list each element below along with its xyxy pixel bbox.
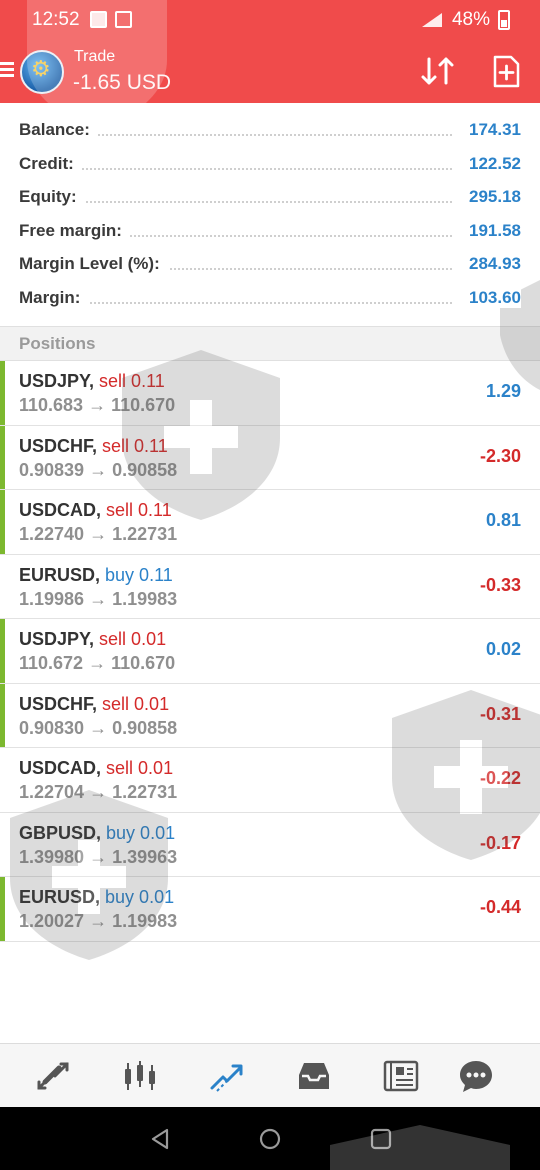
position-side: sell 0.01 xyxy=(99,629,167,649)
tab-history[interactable] xyxy=(296,1058,332,1094)
account-row-label: Balance: xyxy=(19,120,98,140)
menu-icon[interactable] xyxy=(0,62,14,78)
position-side: sell 0.11 xyxy=(106,500,172,520)
chart-icon xyxy=(125,1061,155,1090)
quotes-icon xyxy=(37,1062,69,1090)
position-prices: 1.39980 → 1.39963 xyxy=(19,846,178,867)
account-row: Free margin: 191.58 xyxy=(0,213,540,247)
position-row[interactable]: USDCAD, sell 0.11 1.22740 → 1.22731 0.81 xyxy=(0,490,540,555)
position-side: buy 0.01 xyxy=(106,822,176,843)
account-logo-icon[interactable] xyxy=(20,50,64,94)
position-profit: -0.44 xyxy=(479,897,521,917)
position-row[interactable]: GBPUSD, buy 0.01 1.39980 → 1.39963 -0.17 xyxy=(0,813,540,877)
position-side: sell 0.11 xyxy=(102,435,168,456)
position-profit: -0.17 xyxy=(479,832,521,853)
battery-icon xyxy=(498,10,510,30)
dotted-leader xyxy=(19,167,452,170)
position-side: buy 0.11 xyxy=(105,564,173,585)
tab-news[interactable] xyxy=(383,1058,419,1094)
position-prices: 0.90839 → 0.90858 xyxy=(19,459,178,480)
position-prices: 0.90830 → 0.90858 xyxy=(19,717,178,738)
account-summary: Balance: 174.31 Credit: 122.52 Equity: 295.18… xyxy=(0,112,540,314)
position-symbol: USDCAD xyxy=(19,500,97,520)
system-nav-bar xyxy=(0,1107,540,1170)
position-side: sell 0.11 xyxy=(99,371,165,391)
history-icon xyxy=(299,1063,329,1089)
position-prices: 1.22704 → 1.22731 xyxy=(19,782,178,802)
position-profit: -2.30 xyxy=(479,445,521,466)
app-notification-icon xyxy=(90,11,107,28)
position-row[interactable]: USDCAD, sell 0.01 1.22704 → 1.22731 -0.22 xyxy=(0,748,540,813)
account-row: Margin: 103.60 xyxy=(0,280,540,314)
position-row[interactable]: USDCHF, sell 0.11 0.90839 → 0.90858 -2.30 xyxy=(0,425,540,490)
position-prices: 1.19986 → 1.19983 xyxy=(19,588,178,609)
back-icon[interactable] xyxy=(148,1127,172,1151)
chat-icon xyxy=(460,1061,492,1092)
trade-icon xyxy=(210,1064,243,1092)
tab-chart[interactable] xyxy=(122,1058,158,1094)
home-icon[interactable] xyxy=(258,1127,282,1151)
bottom-tab-bar xyxy=(0,1043,540,1107)
position-profit: -0.22 xyxy=(479,768,521,788)
position-side: sell 0.01 xyxy=(102,693,170,714)
page-title: Trade xyxy=(74,48,116,65)
position-row[interactable]: USDJPY, sell 0.11 110.683 → 110.670 1.29 xyxy=(0,361,540,426)
gallery-notification-icon xyxy=(115,11,132,28)
position-profit: 0.02 xyxy=(485,639,521,659)
positions-heading: Positions xyxy=(19,334,96,353)
position-prices: 1.22740 → 1.22731 xyxy=(19,524,178,544)
position-side: buy 0.01 xyxy=(105,887,175,907)
position-symbol: USDJPY xyxy=(19,629,90,649)
app-header: 12:52 48% Trade -1.65 USD xyxy=(0,0,540,103)
account-row-label: Margin: xyxy=(19,287,89,308)
position-prices: 110.683 → 110.670 xyxy=(19,395,176,415)
signal-icon xyxy=(421,13,442,27)
account-row-value: 284.93 xyxy=(463,254,521,275)
position-prices: 110.672 → 110.670 xyxy=(19,653,176,673)
position-symbol: USDCHF xyxy=(19,435,93,456)
account-row-value: 103.60 xyxy=(463,287,521,308)
new-order-icon[interactable] xyxy=(492,55,520,88)
position-row[interactable]: USDJPY, sell 0.01 110.672 → 110.670 0.02 xyxy=(0,619,540,684)
recents-icon[interactable] xyxy=(369,1127,393,1151)
account-row-value: 122.52 xyxy=(463,153,521,174)
news-icon xyxy=(383,1060,419,1092)
position-row[interactable]: EURUSD, buy 0.01 1.20027 → 1.19983 -0.44 xyxy=(0,877,540,942)
position-row[interactable]: USDCHF, sell 0.01 0.90830 → 0.90858 -0.31 xyxy=(0,683,540,748)
position-symbol: USDCHF xyxy=(19,693,93,714)
account-row-label: Credit: xyxy=(19,153,82,174)
position-profit: -0.33 xyxy=(479,574,521,595)
tab-trade[interactable] xyxy=(209,1058,245,1094)
position-profit: -0.31 xyxy=(479,703,521,724)
sort-icon[interactable] xyxy=(420,55,456,87)
position-symbol: EURUSD xyxy=(19,887,96,907)
status-time: 12:52 xyxy=(32,9,80,30)
position-row[interactable]: EURUSD, buy 0.11 1.19986 → 1.19983 -0.33 xyxy=(0,555,540,619)
account-row: Equity: 295.18 xyxy=(0,179,540,213)
account-row: Balance: 174.31 xyxy=(0,112,540,146)
status-bar: 12:52 48% xyxy=(0,0,540,40)
battery-percent: 48% xyxy=(451,9,490,30)
position-profit: 1.29 xyxy=(485,381,521,401)
tab-chat[interactable] xyxy=(458,1058,494,1094)
positions-section-header: Positions xyxy=(0,326,540,361)
position-profit: 0.81 xyxy=(485,510,521,530)
account-row: Credit: 122.52 xyxy=(0,146,540,180)
position-side: sell 0.01 xyxy=(106,758,174,778)
account-row-value: 295.18 xyxy=(463,187,521,208)
account-row: Margin Level (%): 284.93 xyxy=(0,246,540,280)
position-symbol: GBPUSD xyxy=(19,822,97,843)
account-row-value: 174.31 xyxy=(463,120,521,140)
total-profit: -1.65 USD xyxy=(73,71,172,94)
account-row-label: Free margin: xyxy=(19,220,130,241)
position-symbol: USDJPY xyxy=(19,371,90,391)
tab-quotes[interactable] xyxy=(35,1058,71,1094)
positions-list: USDJPY, sell 0.11 110.683 → 110.670 1.29 USD… xyxy=(0,361,540,942)
account-row-label: Equity: xyxy=(19,187,85,208)
position-prices: 1.20027 → 1.19983 xyxy=(19,911,178,931)
account-row-value: 191.58 xyxy=(463,220,521,241)
account-row-label: Margin Level (%): xyxy=(19,254,168,275)
position-symbol: EURUSD xyxy=(19,564,96,585)
position-symbol: USDCAD xyxy=(19,758,97,778)
